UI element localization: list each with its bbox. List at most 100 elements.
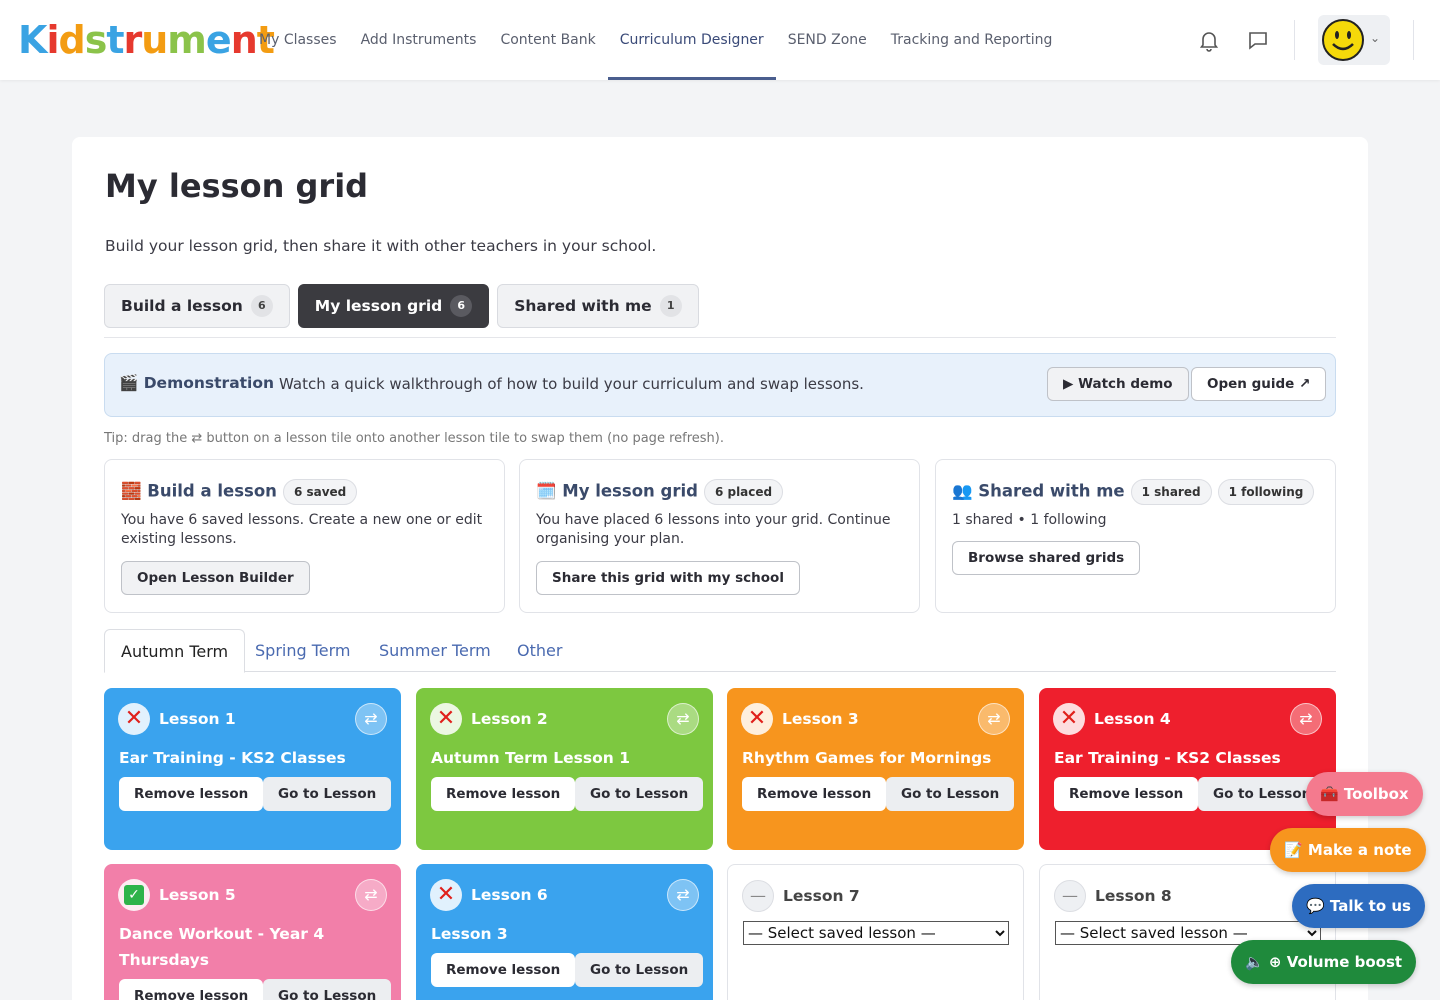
demonstration-label: 🎬 Demonstration: [119, 374, 275, 392]
lesson-tile: ✕ Lesson 6 ⇄ Lesson 3 Remove lesson Go to Les…: [416, 864, 713, 1000]
header-divider: [1294, 20, 1295, 60]
saved-count-chip: 6 saved: [282, 479, 358, 505]
logo-letter: K: [18, 18, 47, 62]
tab-summer-term[interactable]: Summer Term: [379, 629, 491, 672]
go-to-lesson-button[interactable]: Go to Lesson: [886, 777, 1015, 811]
tab-label: Build a lesson: [121, 297, 243, 315]
lesson-name: Lesson 3: [782, 710, 859, 728]
chat-icon[interactable]: [1246, 28, 1270, 52]
talk-to-us-button[interactable]: 💬 Talk to us: [1292, 884, 1425, 928]
bell-icon[interactable]: [1197, 28, 1221, 52]
demonstration-text: Watch a quick walkthrough of how to buil…: [279, 375, 864, 393]
remove-lesson-button[interactable]: Remove lesson: [1054, 777, 1199, 811]
swap-handle-icon[interactable]: ⇄: [1290, 703, 1322, 735]
remove-lesson-button[interactable]: Remove lesson: [742, 777, 887, 811]
swap-handle-icon[interactable]: ⇄: [667, 703, 699, 735]
tab-spring-term[interactable]: Spring Term: [255, 629, 351, 672]
lesson-name: Lesson 4: [1094, 710, 1171, 728]
tab-my-lesson-grid[interactable]: My lesson grid 6: [297, 284, 490, 328]
incomplete-x-icon[interactable]: ✕: [741, 703, 773, 735]
remove-lesson-button[interactable]: Remove lesson: [431, 953, 576, 987]
lesson-grid-card: My lesson grid Build your lesson grid, t…: [72, 137, 1368, 1000]
info-card-title: 👥 Shared with me 1 shared 1 following: [952, 479, 1315, 505]
remove-lesson-button[interactable]: Remove lesson: [431, 777, 576, 811]
info-title-text: 🧱 Build a lesson: [121, 481, 277, 501]
select-saved-lesson-dropdown[interactable]: — Select saved lesson —: [743, 921, 1009, 945]
logo-letter: s: [84, 18, 108, 62]
share-grid-button[interactable]: Share this grid with my school: [536, 561, 800, 595]
go-to-lesson-button[interactable]: Go to Lesson: [575, 953, 704, 987]
tab-other[interactable]: Other: [517, 629, 562, 672]
open-guide-button[interactable]: Open guide ↗: [1191, 367, 1327, 401]
user-menu[interactable]: ⌄: [1318, 15, 1390, 65]
lesson-name: Lesson 1: [159, 710, 236, 728]
tab-label: My lesson grid: [314, 297, 443, 315]
logo-letter: e: [205, 18, 232, 62]
browse-shared-grids-button[interactable]: Browse shared grids: [952, 541, 1141, 575]
kidstrument-logo[interactable]: Kidstrument: [18, 16, 275, 64]
go-to-lesson-button[interactable]: Go to Lesson: [575, 777, 704, 811]
toolbox-button[interactable]: 🧰 Toolbox: [1306, 772, 1423, 816]
nav-item-tracking-and-reporting[interactable]: Tracking and Reporting: [879, 0, 1065, 80]
placed-count-chip: 6 placed: [703, 479, 784, 505]
swap-handle-icon[interactable]: ⇄: [355, 703, 387, 735]
logo-letter: d: [58, 18, 85, 62]
following-count-chip: 1 following: [1217, 479, 1315, 505]
demonstration-banner: 🎬 Demonstration Watch a quick walkthroug…: [104, 353, 1336, 417]
info-card-shared-with-me: 👥 Shared with me 1 shared 1 following 1 sh…: [935, 459, 1336, 613]
info-title-text: 🗓️ My lesson grid: [536, 481, 698, 501]
lesson-title: Ear Training - KS2 Classes: [119, 749, 346, 767]
open-lesson-builder-button[interactable]: Open Lesson Builder: [121, 561, 310, 595]
nav-item-curriculum-designer[interactable]: Curriculum Designer: [607, 0, 776, 80]
empty-slot-icon: —: [1054, 880, 1086, 912]
incomplete-x-icon[interactable]: ✕: [1053, 703, 1085, 735]
lesson-title: Dance Workout - Year 4 Thursdays: [119, 925, 325, 969]
nav-item-send-zone[interactable]: SEND Zone: [776, 0, 879, 80]
incomplete-x-icon[interactable]: ✕: [430, 703, 462, 735]
lesson-tile: ✕ Lesson 1 ⇄ Ear Training - KS2 Classes Remo…: [104, 688, 401, 850]
header-divider-right: [1413, 20, 1414, 60]
shared-count-chip: 1 shared: [1130, 479, 1212, 505]
main-nav: My Classes Add Instruments Content Bank Cur…: [247, 0, 1064, 80]
tab-autumn-term[interactable]: Autumn Term: [104, 629, 246, 673]
swap-handle-icon[interactable]: ⇄: [667, 879, 699, 911]
info-card-text: 1 shared • 1 following: [952, 512, 1107, 528]
info-card-text: You have placed 6 lessons into your grid…: [536, 512, 891, 547]
remove-lesson-button[interactable]: Remove lesson: [119, 979, 264, 1000]
lesson-name: Lesson 8: [1095, 887, 1172, 905]
tab-count-badge: 6: [450, 295, 473, 317]
tab-count-badge: 1: [659, 295, 682, 317]
lesson-title: Autumn Term Lesson 1: [431, 749, 630, 767]
complete-check-icon[interactable]: ✓: [118, 879, 150, 911]
incomplete-x-icon[interactable]: ✕: [430, 879, 462, 911]
lesson-title: Ear Training - KS2 Classes: [1054, 749, 1281, 767]
term-tabs: Autumn Term Spring Term Summer Term Othe…: [104, 629, 1336, 673]
info-card-my-lesson-grid: 🗓️ My lesson grid 6 placed You have place…: [519, 459, 920, 613]
nav-item-add-instruments[interactable]: Add Instruments: [349, 0, 489, 80]
watch-demo-button[interactable]: ▶ Watch demo: [1047, 367, 1189, 401]
lesson-tile: ✓ Lesson 5 ⇄ Dance Workout - Year 4 Thursda…: [104, 864, 401, 1000]
nav-item-content-bank[interactable]: Content Bank: [488, 0, 607, 80]
make-a-note-button[interactable]: 📝 Make a note: [1270, 828, 1426, 872]
lesson-name: Lesson 2: [471, 710, 548, 728]
tab-label: Shared with me: [514, 297, 652, 315]
info-card-build-a-lesson: 🧱 Build a lesson 6 saved You have 6 saved…: [104, 459, 505, 613]
lesson-tile: ✕ Lesson 4 ⇄ Ear Training - KS2 Classes Remo…: [1039, 688, 1336, 850]
tab-shared-with-me[interactable]: Shared with me 1: [497, 284, 699, 328]
go-to-lesson-button[interactable]: Go to Lesson: [263, 979, 392, 1000]
swap-handle-icon[interactable]: ⇄: [978, 703, 1010, 735]
swap-handle-icon[interactable]: ⇄: [355, 879, 387, 911]
volume-boost-button[interactable]: 🔈 ⊕ Volume boost: [1231, 940, 1417, 984]
nav-item-my-classes[interactable]: My Classes: [247, 0, 349, 80]
go-to-lesson-button[interactable]: Go to Lesson: [263, 777, 392, 811]
page-subtitle: Build your lesson grid, then share it wi…: [105, 237, 657, 255]
lesson-name: Lesson 6: [471, 886, 548, 904]
lesson-title: Lesson 3: [431, 925, 508, 943]
tab-build-a-lesson[interactable]: Build a lesson 6: [104, 284, 290, 328]
logo-letter: i: [46, 18, 59, 62]
top-navigation-bar: Kidstrument My Classes Add Instruments Con…: [0, 0, 1440, 80]
logo-letter: r: [123, 18, 142, 62]
incomplete-x-icon[interactable]: ✕: [118, 703, 150, 735]
remove-lesson-button[interactable]: Remove lesson: [119, 777, 264, 811]
lesson-tile: ✕ Lesson 3 ⇄ Rhythm Games for Mornings Remov…: [727, 688, 1024, 850]
